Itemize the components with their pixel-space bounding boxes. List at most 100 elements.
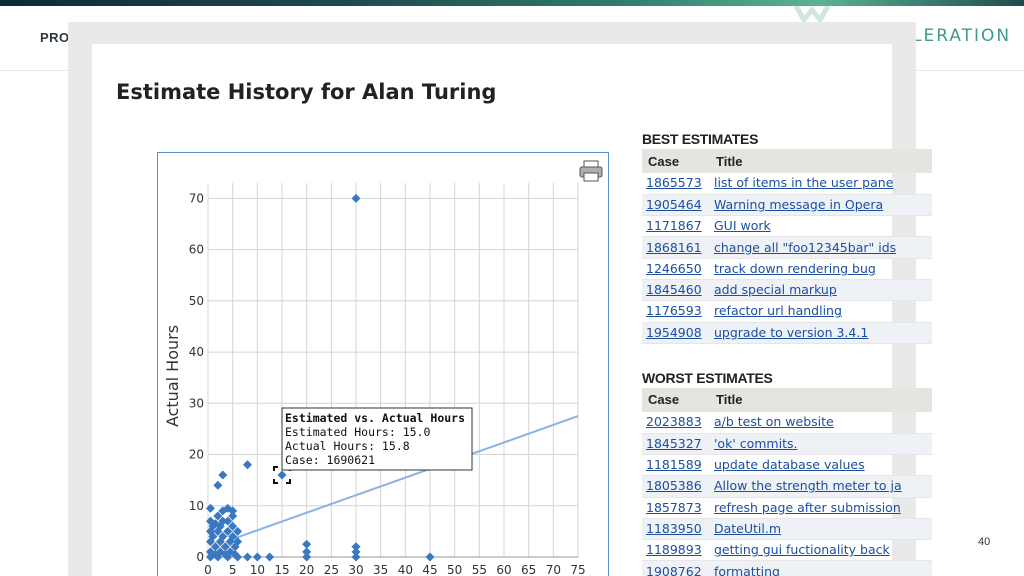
title-link[interactable]: formatting bbox=[714, 564, 780, 576]
title-link[interactable]: Warning message in Opera bbox=[714, 197, 883, 212]
x-tick-label: 20 bbox=[299, 563, 314, 576]
case-cell: 1183950 bbox=[642, 518, 710, 541]
case-link[interactable]: 1189893 bbox=[646, 542, 702, 557]
title-column-header: Title bbox=[710, 387, 932, 412]
title-cell: GUI work bbox=[710, 215, 932, 238]
case-cell: 1954908 bbox=[642, 322, 710, 344]
x-tick-label: 60 bbox=[496, 563, 511, 576]
title-cell: update database values bbox=[710, 454, 932, 477]
x-tick-label: 40 bbox=[398, 563, 413, 576]
data-point bbox=[425, 552, 435, 562]
case-link[interactable]: 1865573 bbox=[646, 175, 702, 190]
case-link[interactable]: 1845460 bbox=[646, 282, 702, 297]
x-tick-label: 25 bbox=[324, 563, 339, 576]
table-row: 1176593 refactor url handling bbox=[642, 300, 932, 323]
case-link[interactable]: 1183950 bbox=[646, 521, 702, 536]
title-link[interactable]: DateUtil.m bbox=[714, 521, 781, 536]
page-number: 40 bbox=[978, 536, 991, 548]
tooltip-line: Case: 1690621 bbox=[285, 453, 375, 467]
slide-section-label: PRO bbox=[40, 30, 70, 45]
table-row: 1805386 Allow the strength meter to ja bbox=[642, 475, 932, 498]
title-cell: refresh page after submission bbox=[710, 497, 932, 519]
x-tick-label: 50 bbox=[447, 563, 462, 576]
title-link[interactable]: change all "foo12345bar" ids bbox=[714, 240, 896, 255]
case-cell: 1868161 bbox=[642, 236, 710, 259]
table-header-row: Case Title bbox=[642, 387, 932, 412]
tooltip-line: Actual Hours: 15.8 bbox=[285, 439, 410, 453]
title-cell: formatting bbox=[710, 560, 932, 576]
title-link[interactable]: GUI work bbox=[714, 218, 771, 233]
case-link[interactable]: 1181589 bbox=[646, 457, 702, 472]
best-estimates-table: Case Title 1865573 list of items in the u… bbox=[642, 149, 932, 344]
title-link[interactable]: a/b test on website bbox=[714, 414, 834, 429]
estimate-history-window: Estimate History for Alan Turing 0 5 10 15 2… bbox=[92, 44, 932, 576]
case-column-header: Case bbox=[642, 387, 710, 412]
case-link[interactable]: 1908762 bbox=[646, 564, 702, 576]
table-row: 1865573 list of items in the user pane bbox=[642, 173, 932, 195]
tooltip-line: Estimated Hours: 15.0 bbox=[285, 425, 430, 439]
case-cell: 1176593 bbox=[642, 300, 710, 323]
slide-brand-label: LERATION bbox=[912, 26, 1012, 46]
data-point bbox=[351, 193, 361, 203]
case-link[interactable]: 1954908 bbox=[646, 325, 702, 340]
case-cell: 2023883 bbox=[642, 411, 710, 434]
table-header-row: Case Title bbox=[642, 149, 932, 173]
data-point bbox=[265, 552, 275, 562]
title-link[interactable]: update database values bbox=[714, 457, 865, 472]
title-cell: refactor url handling bbox=[710, 300, 932, 323]
worst-estimates-heading: WORST ESTIMATES bbox=[642, 369, 773, 386]
x-tick-label: 70 bbox=[546, 563, 561, 576]
x-tick-label: 45 bbox=[422, 563, 437, 576]
x-tick-label: 35 bbox=[373, 563, 388, 576]
case-cell: 1189893 bbox=[642, 539, 710, 562]
table-row: 1857873 refresh page after submission bbox=[642, 497, 932, 519]
case-cell: 1246650 bbox=[642, 258, 710, 280]
title-cell: upgrade to version 3.4.1 bbox=[710, 322, 932, 344]
table-row: 1845327 'ok' commits. bbox=[642, 433, 932, 455]
case-link[interactable]: 1845327 bbox=[646, 436, 702, 451]
case-link[interactable]: 1171867 bbox=[646, 218, 702, 233]
table-row: 1845460 add special markup bbox=[642, 279, 932, 302]
title-link[interactable]: list of items in the user pane bbox=[714, 175, 893, 190]
title-link[interactable]: refactor url handling bbox=[714, 303, 842, 318]
table-row: 1905464 Warning message in Opera bbox=[642, 194, 932, 217]
data-point bbox=[205, 503, 215, 513]
table-row: 1246650 track down rendering bug bbox=[642, 258, 932, 280]
case-cell: 1845327 bbox=[642, 433, 710, 455]
case-link[interactable]: 1805386 bbox=[646, 478, 702, 493]
title-cell: DateUtil.m bbox=[710, 518, 932, 541]
top-decorative-bar bbox=[0, 0, 1024, 6]
printer-icon[interactable] bbox=[579, 160, 603, 182]
case-link[interactable]: 1857873 bbox=[646, 500, 702, 515]
estimates-sidebar: BEST ESTIMATES Case Title 1865573 list of… bbox=[642, 130, 932, 576]
title-link[interactable]: Allow the strength meter to ja bbox=[714, 478, 902, 493]
y-axis-title: Actual Hours bbox=[163, 325, 182, 427]
data-point bbox=[351, 552, 361, 562]
title-link[interactable]: add special markup bbox=[714, 282, 837, 297]
scatter-plot: 0 5 10 15 20 25 30 35 40 45 50 55 60 65 70 75 0 10 20 30 40 5… bbox=[163, 160, 603, 576]
title-link[interactable]: track down rendering bug bbox=[714, 261, 876, 276]
table-row: 1189893 getting gui fuctionality back bbox=[642, 539, 932, 562]
x-tick-label: 30 bbox=[348, 563, 363, 576]
title-cell: 'ok' commits. bbox=[710, 433, 932, 455]
case-cell: 1857873 bbox=[642, 497, 710, 519]
table-row: 1954908 upgrade to version 3.4.1 bbox=[642, 322, 932, 344]
title-cell: getting gui fuctionality back bbox=[710, 539, 932, 562]
title-cell: change all "foo12345bar" ids bbox=[710, 236, 932, 259]
table-row: 2023883 a/b test on website bbox=[642, 411, 932, 434]
title-link[interactable]: 'ok' commits. bbox=[714, 436, 797, 451]
data-point bbox=[242, 460, 252, 470]
case-cell: 1905464 bbox=[642, 194, 710, 217]
title-link[interactable]: upgrade to version 3.4.1 bbox=[714, 325, 868, 340]
case-link[interactable]: 1868161 bbox=[646, 240, 702, 255]
case-link[interactable]: 1246650 bbox=[646, 261, 702, 276]
data-point bbox=[302, 552, 312, 562]
title-link[interactable]: getting gui fuctionality back bbox=[714, 542, 890, 557]
x-tick-label: 0 bbox=[204, 563, 212, 576]
case-cell: 1845460 bbox=[642, 279, 710, 302]
case-link[interactable]: 1176593 bbox=[646, 303, 702, 318]
table-row: 1181589 update database values bbox=[642, 454, 932, 477]
title-link[interactable]: refresh page after submission bbox=[714, 500, 901, 515]
case-link[interactable]: 1905464 bbox=[646, 197, 702, 212]
case-link[interactable]: 2023883 bbox=[646, 414, 702, 429]
